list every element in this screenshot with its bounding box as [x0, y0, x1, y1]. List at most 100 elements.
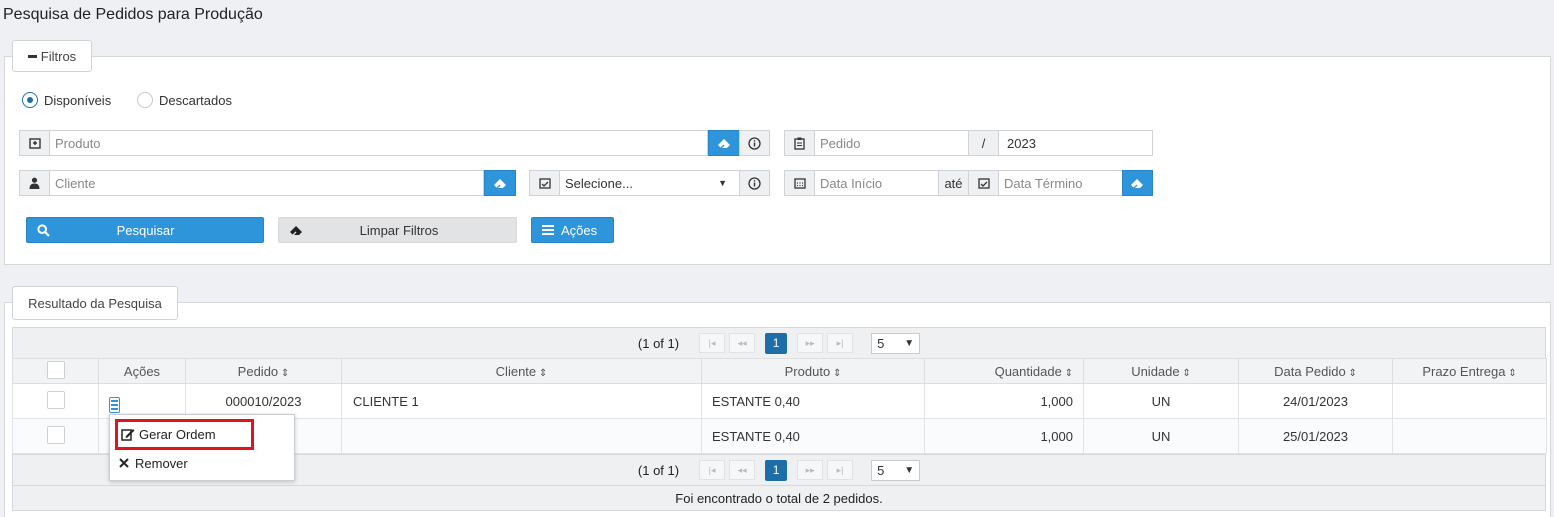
search-icon	[37, 223, 50, 237]
row-menu-button[interactable]	[109, 396, 120, 413]
produto-info-button[interactable]	[739, 130, 770, 156]
rows-per-page-value: 5	[877, 335, 885, 351]
first-page-button[interactable]: |◂	[699, 460, 726, 480]
row-checkbox-cell	[12, 383, 99, 419]
search-button[interactable]: Pesquisar	[26, 217, 264, 243]
rows-per-page-value: 5	[877, 462, 885, 478]
row-checkbox[interactable]	[46, 390, 65, 409]
cell-produto: ESTANTE 0,40	[701, 418, 925, 454]
eraser-icon	[290, 226, 302, 236]
paginator-top: (1 of 1) |◂ ◂◂ 1 ▸▸ ▸| 5 ▼	[12, 327, 1546, 359]
menu-item-remover-label: Remover	[135, 455, 188, 471]
cell-cliente	[341, 418, 702, 454]
prev-page-button[interactable]: ◂◂	[729, 460, 756, 480]
col-cliente[interactable]: Cliente	[341, 358, 702, 384]
col-data-pedido[interactable]: Data Pedido	[1238, 358, 1393, 384]
cell-quantidade: 1,000	[924, 383, 1084, 419]
paginator-info: (1 of 1)	[637, 462, 680, 478]
status-select-value: Selecione...	[565, 175, 633, 191]
cell-unidade: UN	[1083, 383, 1239, 419]
minus-icon	[27, 54, 37, 58]
radio-disponiveis[interactable]: Disponíveis	[22, 92, 111, 108]
col-pedido-label: Pedido	[238, 364, 290, 379]
next-page-button[interactable]: ▸▸	[797, 333, 824, 353]
col-pedido[interactable]: Pedido	[185, 358, 342, 384]
user-icon	[19, 170, 50, 196]
clear-filters-label: Limpar Filtros	[359, 222, 439, 238]
menu-icon	[542, 225, 554, 235]
status-select[interactable]: Selecione... ▼	[559, 170, 740, 196]
chevron-down-icon: ▼	[904, 464, 915, 476]
clear-produto-button[interactable]	[708, 130, 740, 156]
calendar-check-icon	[529, 170, 560, 196]
calendar-check-icon	[968, 170, 999, 196]
cell-data-pedido: 24/01/2023	[1238, 383, 1393, 419]
next-page-button[interactable]: ▸▸	[797, 460, 824, 480]
produto-input[interactable]: Produto	[49, 130, 708, 156]
select-info-button[interactable]	[739, 170, 770, 196]
col-unidade-label: Unidade	[1131, 364, 1191, 379]
pedido-input[interactable]: Pedido	[814, 130, 969, 156]
data-inicio-input[interactable]: Data Início	[814, 170, 939, 196]
last-page-button[interactable]: ▸|	[827, 333, 854, 353]
paginator-info: (1 of 1)	[637, 335, 680, 351]
actions-button[interactable]: Ações	[531, 217, 614, 243]
row-checkbox[interactable]	[46, 425, 65, 444]
cell-quantidade: 1,000	[924, 418, 1084, 454]
cell-cliente: CLIENTE 1	[341, 383, 702, 419]
radio-descartados[interactable]: Descartados	[137, 92, 232, 108]
cell-prazo-entrega	[1392, 418, 1547, 454]
pedido-separator: /	[968, 130, 999, 156]
results-legend-label: Resultado da Pesquisa	[28, 295, 162, 311]
edit-icon	[121, 429, 135, 441]
current-page[interactable]: 1	[765, 459, 788, 481]
results-legend: Resultado da Pesquisa	[12, 286, 178, 320]
last-page-button[interactable]: ▸|	[827, 460, 854, 480]
col-cliente-label: Cliente	[496, 364, 548, 379]
cell-produto: ESTANTE 0,40	[701, 383, 925, 419]
data-termino-input[interactable]: Data Término	[998, 170, 1123, 196]
chevron-down-icon: ▼	[904, 337, 915, 349]
radio-dot-icon	[22, 92, 38, 108]
close-icon	[119, 458, 129, 468]
select-all-checkbox[interactable]	[46, 360, 65, 379]
col-quantidade-label: Quantidade	[995, 364, 1073, 379]
table-header-row: Ações Pedido Cliente Produto Quantidade …	[12, 358, 1547, 384]
col-quantidade[interactable]: Quantidade	[924, 358, 1084, 384]
select-all-cell	[12, 358, 99, 384]
rows-per-page-select[interactable]: 5 ▼	[871, 459, 921, 481]
clear-datas-button[interactable]	[1122, 170, 1153, 196]
rows-per-page-select[interactable]: 5 ▼	[871, 332, 921, 354]
eraser-icon	[717, 139, 730, 149]
first-page-button[interactable]: |◂	[699, 333, 726, 353]
cell-prazo-entrega	[1392, 383, 1547, 419]
filters-toggle[interactable]: Filtros	[12, 40, 92, 72]
clear-cliente-button[interactable]	[484, 170, 516, 196]
menu-item-gerar-ordem[interactable]: Gerar Ordem	[115, 419, 254, 450]
search-button-label: Pesquisar	[116, 222, 175, 238]
package-icon	[19, 130, 50, 156]
col-acoes: Ações	[98, 358, 186, 384]
col-unidade[interactable]: Unidade	[1083, 358, 1239, 384]
cell-data-pedido: 25/01/2023	[1238, 418, 1393, 454]
col-prazo-entrega[interactable]: Prazo Entrega	[1392, 358, 1547, 384]
clear-filters-button[interactable]: Limpar Filtros	[278, 217, 517, 243]
menu-item-remover[interactable]: Remover	[119, 452, 279, 474]
menu-item-gerar-ordem-label: Gerar Ordem	[139, 427, 216, 442]
col-prazo-entrega-label: Prazo Entrega	[1422, 364, 1516, 379]
calendar-icon	[784, 170, 815, 196]
radio-dot-icon	[137, 92, 153, 108]
radio-descartados-label: Descartados	[159, 92, 232, 108]
pedido-year-input[interactable]: 2023	[998, 130, 1153, 156]
col-produto[interactable]: Produto	[701, 358, 925, 384]
eraser-icon	[1131, 179, 1143, 189]
current-page[interactable]: 1	[765, 332, 788, 354]
results-footer: Foi encontrado o total de 2 pedidos.	[12, 485, 1546, 511]
info-icon	[748, 176, 761, 190]
cell-unidade: UN	[1083, 418, 1239, 454]
cliente-input[interactable]: Cliente	[49, 170, 484, 196]
actions-button-label: Ações	[561, 222, 598, 238]
ate-label: até	[938, 170, 969, 196]
prev-page-button[interactable]: ◂◂	[729, 333, 756, 353]
info-icon	[748, 136, 761, 150]
